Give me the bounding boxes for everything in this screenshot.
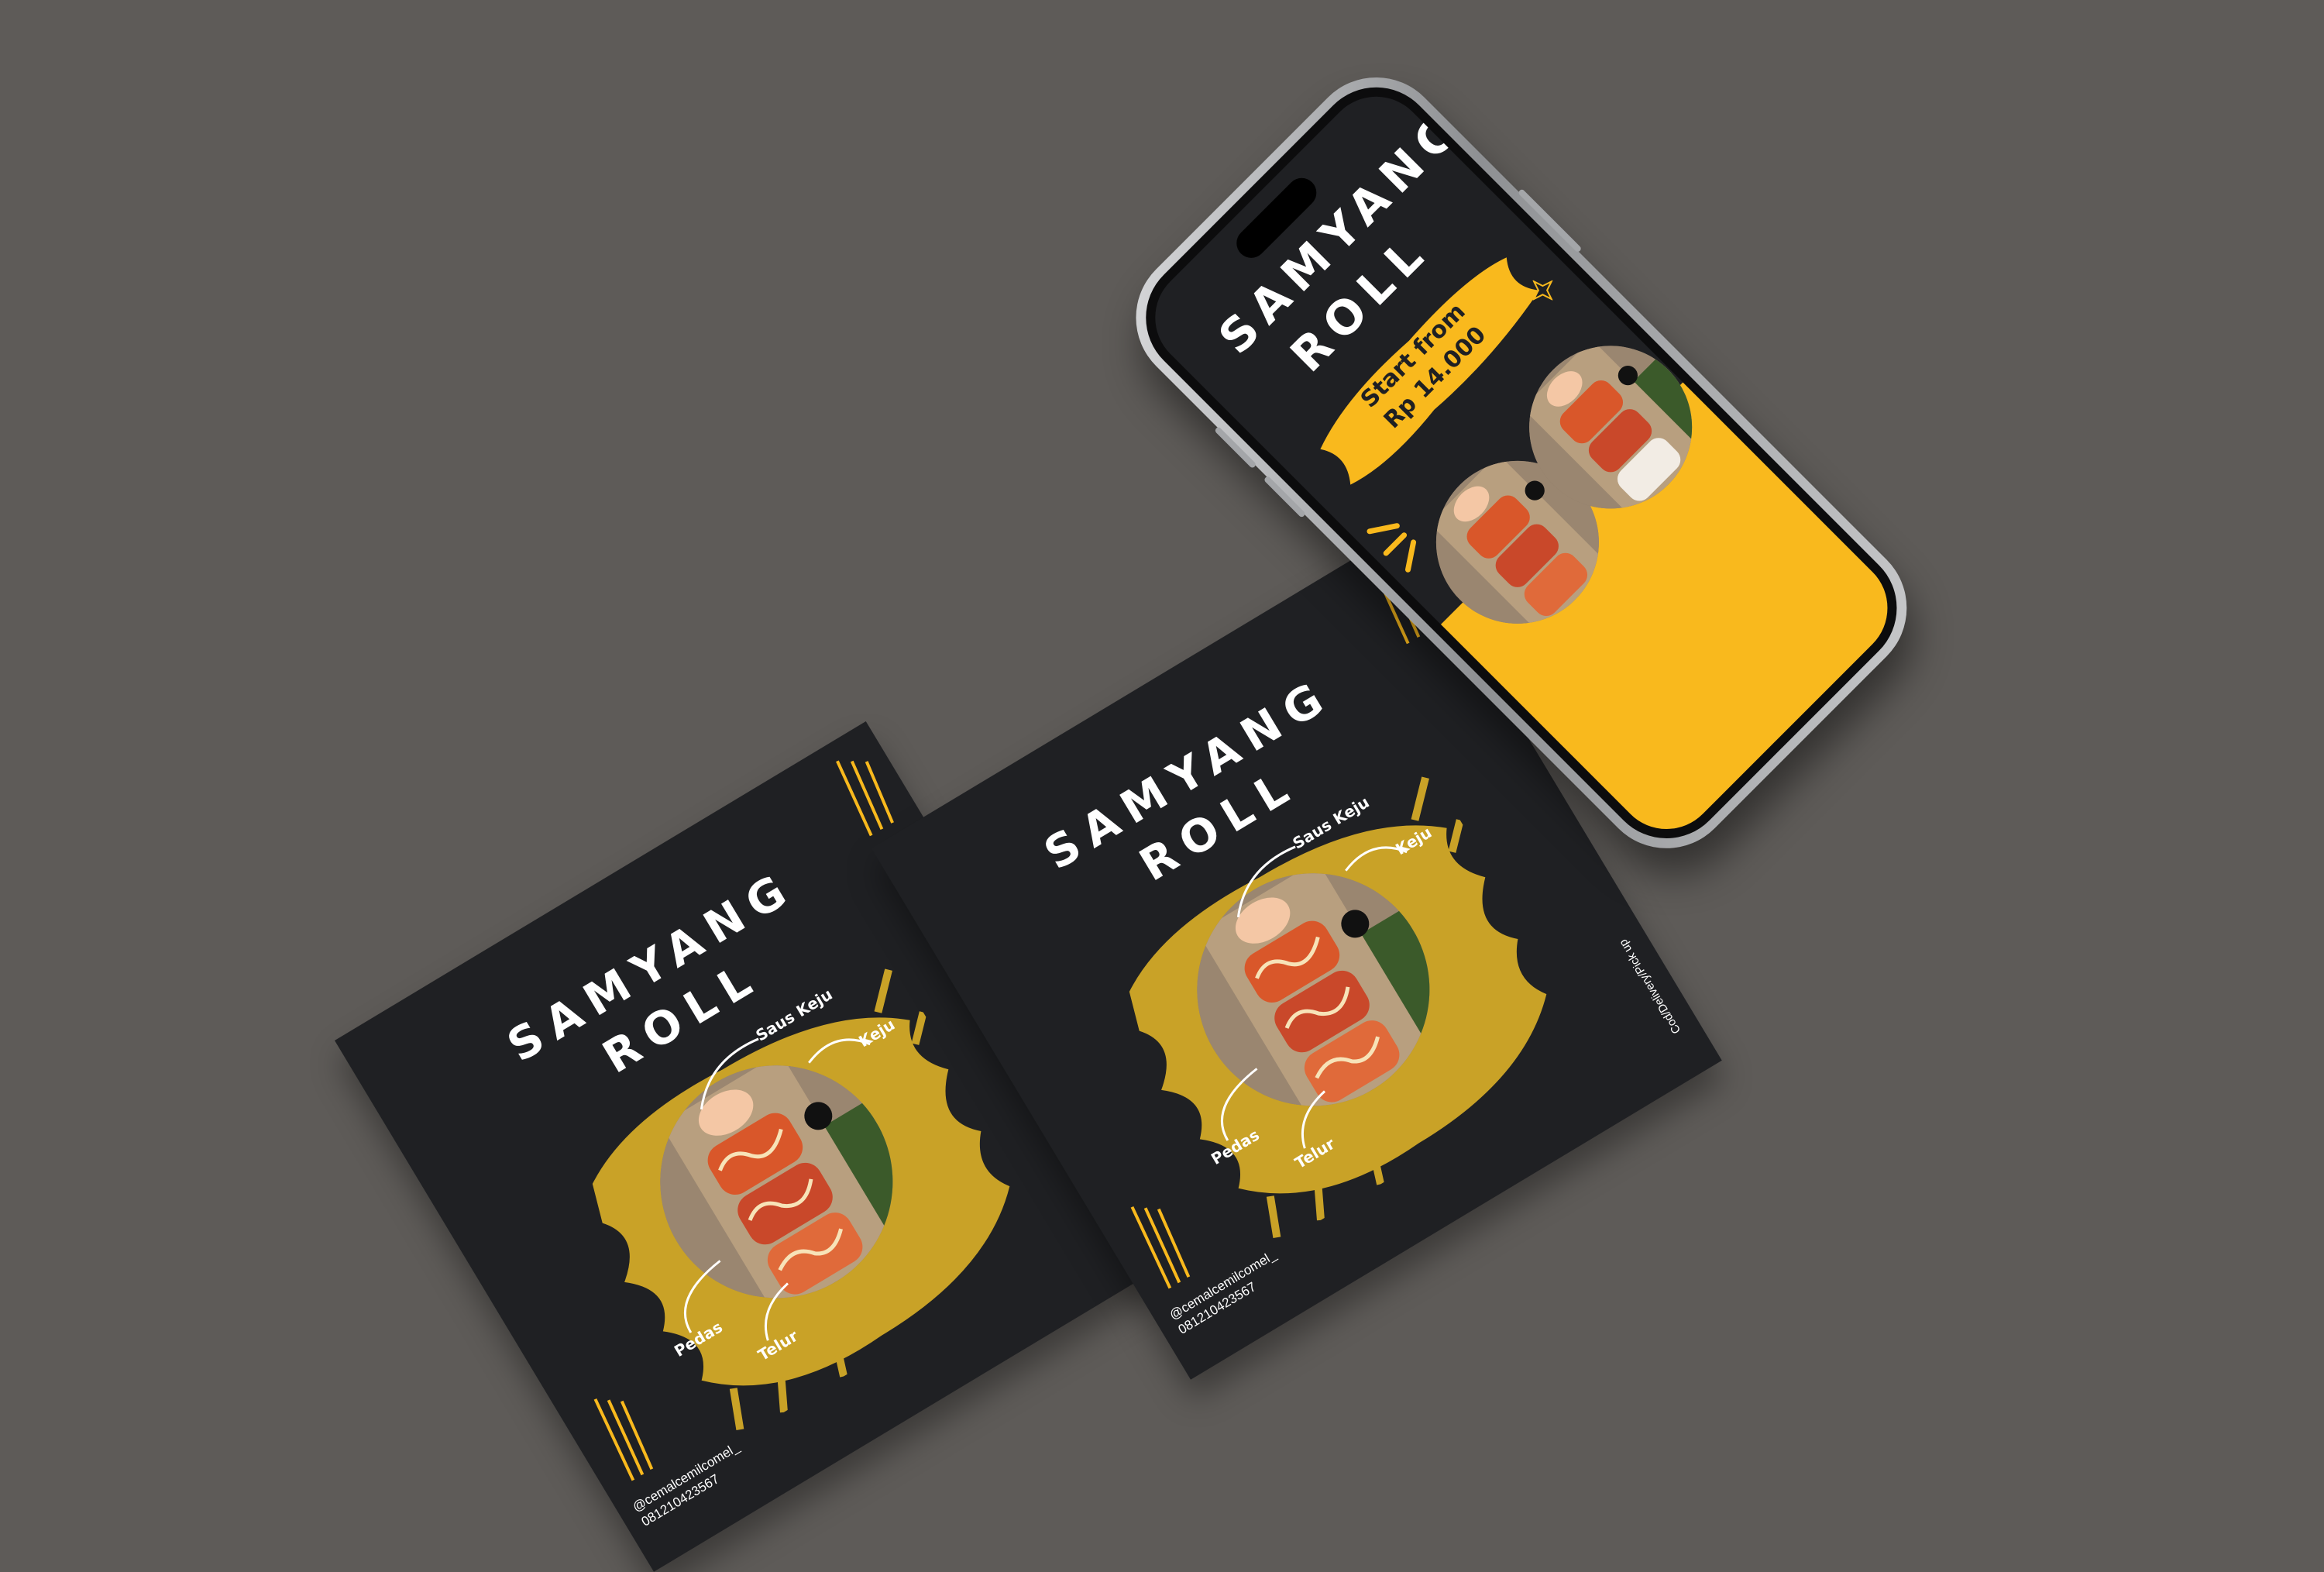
yellow-lines-decoration-2 [836, 760, 894, 837]
mockup-scene: SAMYANG ROLL Saus Keju Keju Pedas Telur … [0, 0, 2324, 1572]
service-options: Cod/Delivery/Pick up [1616, 937, 1684, 1037]
yellow-lines-decoration [593, 1398, 654, 1481]
